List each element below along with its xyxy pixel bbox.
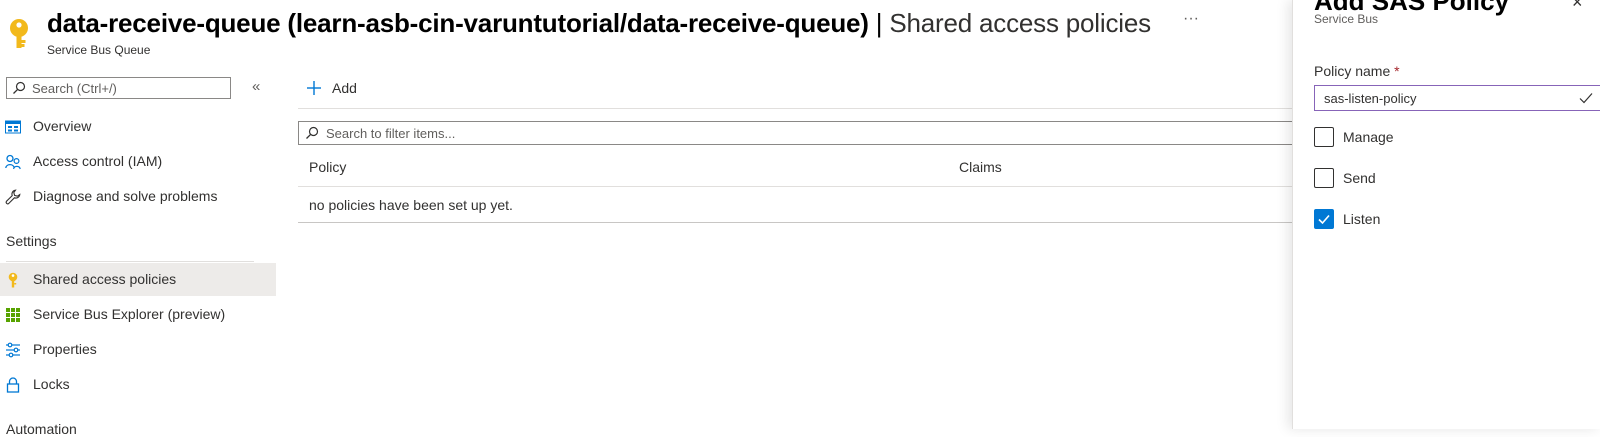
automation-heading: Automation: [6, 421, 77, 437]
sidebar-item-label: Service Bus Explorer (preview): [33, 306, 226, 322]
manage-checkbox[interactable]: Manage: [1314, 127, 1600, 149]
search-icon: [13, 81, 26, 94]
more-options-button[interactable]: ···: [1183, 10, 1199, 28]
overview-icon: [5, 120, 21, 134]
page-title: data-receive-queue (learn-asb-cin-varunt…: [47, 8, 1151, 39]
sidebar-item-locks[interactable]: Locks: [0, 368, 276, 401]
resource-type-label: Service Bus Queue: [47, 43, 151, 57]
column-header-policy[interactable]: Policy: [309, 159, 346, 175]
checkbox-box[interactable]: [1314, 168, 1334, 188]
sidebar-item-diagnose[interactable]: Diagnose and solve problems: [0, 180, 276, 213]
grid-icon: [6, 308, 20, 322]
sidebar-item-label: Properties: [33, 341, 97, 357]
sidebar-item-label: Locks: [33, 376, 70, 392]
people-icon: [5, 154, 21, 170]
lock-icon: [6, 377, 20, 393]
required-marker: *: [1394, 63, 1400, 79]
table-row-divider: [298, 222, 1292, 223]
send-checkbox[interactable]: Send: [1314, 168, 1600, 190]
policy-name-label: Policy name *: [1314, 63, 1400, 79]
sidebar-item-service-bus-explorer[interactable]: Service Bus Explorer (preview): [0, 298, 276, 331]
settings-heading: Settings: [6, 233, 57, 249]
sidebar-item-label: Shared access policies: [33, 271, 177, 287]
sidebar-search-placeholder: Search (Ctrl+/): [32, 81, 117, 96]
sidebar-item-access-control[interactable]: Access control (IAM): [0, 145, 276, 178]
title-separator: |: [875, 8, 883, 38]
collapse-sidebar-button[interactable]: «: [252, 78, 260, 95]
resource-name: data-receive-queue (learn-asb-cin-varunt…: [47, 8, 869, 38]
sidebar-item-shared-access-policies[interactable]: Shared access policies: [0, 263, 276, 296]
sidebar-search-input[interactable]: Search (Ctrl+/): [6, 77, 231, 99]
checkbox-box[interactable]: [1314, 127, 1334, 147]
sliders-icon: [6, 342, 20, 358]
policy-name-value: sas-listen-policy: [1324, 91, 1417, 106]
checkbox-label: Manage: [1343, 129, 1394, 145]
sidebar-item-label: Overview: [33, 118, 92, 134]
checkbox-label: Listen: [1343, 211, 1381, 227]
checkbox-box[interactable]: [1314, 209, 1334, 229]
settings-divider: [6, 261, 254, 262]
checkbox-label: Send: [1343, 170, 1376, 186]
table-header-divider: [298, 186, 1292, 187]
sidebar-item-label: Diagnose and solve problems: [33, 188, 218, 204]
empty-table-message: no policies have been set up yet.: [309, 197, 513, 213]
search-icon: [306, 126, 319, 139]
sidebar-item-overview[interactable]: Overview: [0, 110, 276, 143]
filter-input[interactable]: Search to filter items...: [298, 121, 1292, 145]
panel-subtitle: Service Bus: [1314, 12, 1379, 26]
filter-placeholder: Search to filter items...: [326, 126, 456, 141]
toolbar-divider: [298, 108, 1292, 109]
policy-name-label-text: Policy name: [1314, 63, 1391, 79]
key-icon: [6, 18, 32, 50]
sidebar-item-label: Access control (IAM): [33, 153, 163, 169]
checkmark-icon: [1318, 214, 1330, 225]
policy-name-input[interactable]: sas-listen-policy: [1314, 85, 1600, 111]
key-icon: [8, 272, 18, 288]
add-label: Add: [332, 80, 357, 96]
section-name: Shared access policies: [889, 8, 1151, 38]
close-panel-button[interactable]: ×: [1572, 0, 1583, 13]
column-header-claims[interactable]: Claims: [959, 159, 1002, 175]
listen-checkbox[interactable]: Listen: [1314, 209, 1600, 231]
sidebar-item-properties[interactable]: Properties: [0, 333, 276, 366]
checkmark-icon: [1579, 93, 1593, 104]
wrench-icon: [5, 189, 21, 205]
plus-icon: [307, 81, 321, 95]
